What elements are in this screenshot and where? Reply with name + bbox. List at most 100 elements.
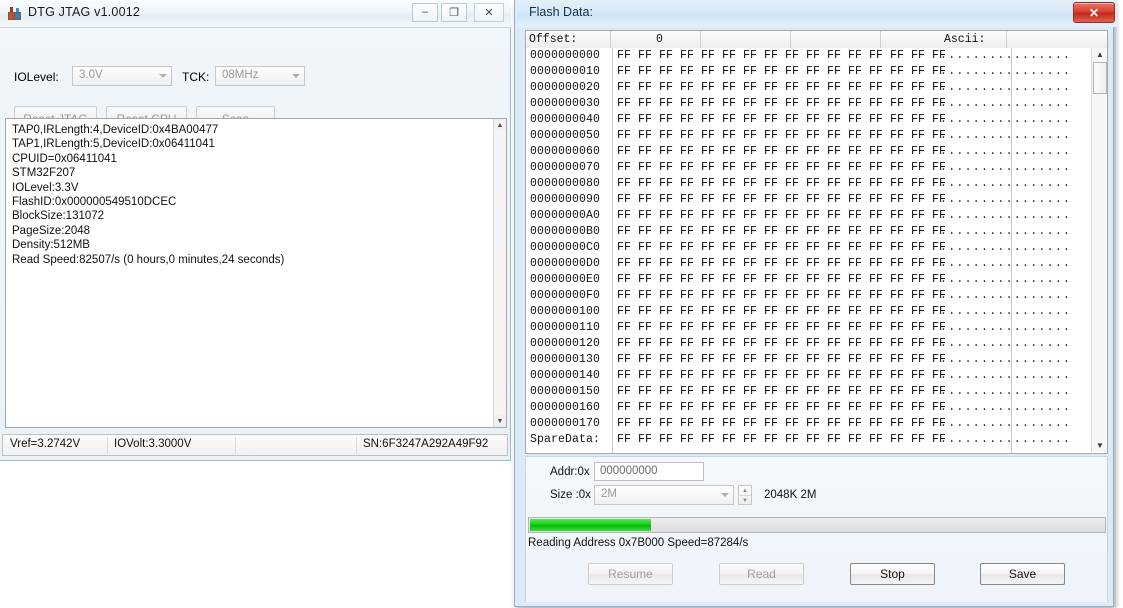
hex-row-offset: 0000000140: [530, 369, 601, 382]
hex-row: 0000000080 FF FF FF FF FF FF FF FF FF FF …: [526, 176, 1090, 192]
save-button[interactable]: Save: [980, 563, 1065, 585]
hex-row-offset: 0000000070: [530, 161, 601, 174]
flash-close-button[interactable]: ✕: [1073, 2, 1115, 23]
hex-row-offset: 0000000050: [530, 129, 601, 142]
hex-row-ascii: ................: [940, 273, 1072, 286]
hex-row: 00000000C0 FF FF FF FF FF FF FF FF FF FF …: [526, 240, 1090, 256]
hex-row-ascii: ................: [940, 337, 1072, 350]
flash-titlebar[interactable]: Flash Data: ✕: [518, 0, 1118, 27]
hex-row: 0000000000 FF FF FF FF FF FF FF FF FF FF …: [526, 48, 1090, 64]
hex-row: 0000000160 FF FF FF FF FF FF FF FF FF FF …: [526, 400, 1090, 416]
stepper-up-icon[interactable]: ▲: [739, 486, 751, 496]
minimize-button[interactable]: –: [412, 3, 438, 22]
iolevel-select[interactable]: 3.0V: [72, 66, 172, 86]
status-bar: Vref=3.2742V IOVolt:3.3000V SN:6F3247A29…: [2, 434, 508, 456]
hex-row: 0000000050 FF FF FF FF FF FF FF FF FF FF …: [526, 128, 1090, 144]
main-titlebar[interactable]: DTG JTAG v1.0012 – ❐ ✕: [0, 0, 511, 28]
hex-row-offset: 0000000060: [530, 145, 601, 158]
read-button[interactable]: Read: [719, 563, 804, 585]
hex-row-bytes: FF FF FF FF FF FF FF FF FF FF FF FF FF F…: [617, 289, 947, 302]
close-button[interactable]: ✕: [474, 3, 504, 22]
hex-row-bytes: FF FF FF FF FF FF FF FF FF FF FF FF FF F…: [617, 209, 947, 222]
stop-button[interactable]: Stop: [850, 563, 935, 585]
hex-row-ascii: ................: [940, 97, 1072, 110]
hex-scrollbar[interactable]: ▲ ▼: [1091, 48, 1107, 452]
hex-row: 0000000070 FF FF FF FF FF FF FF FF FF FF …: [526, 160, 1090, 176]
hex-row-offset: 0000000110: [530, 321, 601, 334]
hex-row-ascii: ................: [940, 177, 1072, 190]
flash-window-title: Flash Data:: [529, 5, 593, 19]
hex-row-ascii: ................: [940, 401, 1072, 414]
scroll-down-icon[interactable]: ▼: [494, 415, 506, 427]
progress-bar-fill: [530, 519, 651, 531]
iolevel-value: 3.0V: [79, 69, 103, 81]
dtg-jtag-window: DTG JTAG v1.0012 – ❐ ✕ IOLevel: 3.0V TCK…: [0, 0, 511, 461]
hex-row-offset: 0000000080: [530, 177, 601, 190]
hex-row: 0000000170 FF FF FF FF FF FF FF FF FF FF …: [526, 416, 1090, 432]
hex-row-offset: 0000000160: [530, 401, 601, 414]
hex-row: 0000000030 FF FF FF FF FF FF FF FF FF FF …: [526, 96, 1090, 112]
resume-button[interactable]: Resume: [588, 563, 673, 585]
maximize-button[interactable]: ❐: [441, 3, 467, 22]
hex-row-offset: 0000000130: [530, 353, 601, 366]
tck-label: TCK:: [182, 70, 210, 84]
tck-select[interactable]: 08MHz: [215, 66, 305, 86]
hex-row: 0000000130 FF FF FF FF FF FF FF FF FF FF …: [526, 352, 1090, 368]
size-select[interactable]: 2M: [594, 485, 734, 505]
log-scrollbar[interactable]: ▲ ▼: [493, 119, 506, 427]
hex-row-ascii: ................: [940, 305, 1072, 318]
hex-row-bytes: FF FF FF FF FF FF FF FF FF FF FF FF FF F…: [617, 49, 947, 62]
hex-row: 0000000010 FF FF FF FF FF FF FF FF FF FF …: [526, 64, 1090, 80]
hex-row-ascii: ................: [940, 289, 1072, 302]
size-label: Size :0x: [550, 489, 591, 501]
hex-row-bytes: FF FF FF FF FF FF FF FF FF FF FF FF FF F…: [617, 81, 947, 94]
hex-row-offset: 0000000030: [530, 97, 601, 110]
chevron-down-icon: [159, 74, 167, 78]
scroll-up-icon[interactable]: ▲: [1093, 48, 1107, 61]
hex-row-ascii: ................: [940, 49, 1072, 62]
size-note: 2048K 2M: [764, 489, 817, 501]
hex-row-bytes: FF FF FF FF FF FF FF FF FF FF FF FF FF F…: [617, 145, 947, 158]
hex-row: 00000000D0 FF FF FF FF FF FF FF FF FF FF …: [526, 256, 1090, 272]
scrollbar-thumb[interactable]: [1093, 62, 1107, 94]
hex-header-row: Offset: 0 Ascii:: [525, 30, 1108, 49]
hex-row-ascii: ................: [940, 145, 1072, 158]
status-divider: [107, 437, 108, 454]
hex-row-ascii: ................: [940, 385, 1072, 398]
scroll-down-icon[interactable]: ▼: [1093, 438, 1107, 452]
hex-row-ascii: ................: [940, 321, 1072, 334]
status-divider: [356, 437, 357, 454]
hex-row: 0000000120 FF FF FF FF FF FF FF FF FF FF …: [526, 336, 1090, 352]
hex-row: 00000000E0 FF FF FF FF FF FF FF FF FF FF …: [526, 272, 1090, 288]
hex-row-bytes: FF FF FF FF FF FF FF FF FF FF FF FF FF F…: [617, 97, 947, 110]
hex-row-bytes: FF FF FF FF FF FF FF FF FF FF FF FF FF F…: [617, 241, 947, 254]
hex-row-ascii: ................: [940, 417, 1072, 430]
hex-row-ascii: ................: [940, 241, 1072, 254]
stepper-down-icon[interactable]: ▼: [739, 496, 751, 505]
hex-row-offset: 00000000A0: [530, 209, 601, 222]
hex-row-bytes: FF FF FF FF FF FF FF FF FF FF FF FF FF F…: [617, 401, 947, 414]
log-output-area[interactable]: TAP0,IRLength:4,DeviceID:0x4BA00477 TAP1…: [5, 118, 507, 428]
scroll-up-icon[interactable]: ▲: [494, 119, 506, 131]
size-value: 2M: [601, 488, 617, 500]
close-icon: ✕: [484, 7, 494, 19]
address-input[interactable]: 000000000: [594, 462, 704, 481]
address-label: Addr:0x: [550, 466, 590, 478]
hex-row: 0000000150 FF FF FF FF FF FF FF FF FF FF …: [526, 384, 1090, 400]
hex-dump-area[interactable]: 0000000000 FF FF FF FF FF FF FF FF FF FF …: [525, 48, 1108, 454]
hex-row: 00000000F0 FF FF FF FF FF FF FF FF FF FF …: [526, 288, 1090, 304]
size-stepper[interactable]: ▲ ▼: [738, 485, 752, 505]
hex-row-bytes: FF FF FF FF FF FF FF FF FF FF FF FF FF F…: [617, 113, 947, 126]
hex-row-bytes: FF FF FF FF FF FF FF FF FF FF FF FF FF F…: [617, 129, 947, 142]
hex-row-ascii: ................: [940, 193, 1072, 206]
chevron-down-icon: [292, 74, 300, 78]
page-title: DTG JTAG v1.0012: [28, 5, 141, 19]
hex-row-bytes: FF FF FF FF FF FF FF FF FF FF FF FF FF F…: [617, 353, 947, 366]
main-toolbar: IOLevel: 3.0V TCK: 08MHz Reset JTAG Rese…: [1, 28, 509, 131]
hex-row-offset: 0000000170: [530, 417, 601, 430]
hex-row-offset: 0000000020: [530, 81, 601, 94]
hex-row: 0000000090 FF FF FF FF FF FF FF FF FF FF …: [526, 192, 1090, 208]
hex-row-bytes: FF FF FF FF FF FF FF FF FF FF FF FF FF F…: [617, 273, 947, 286]
hex-rows-container: 0000000000 FF FF FF FF FF FF FF FF FF FF …: [526, 48, 1090, 448]
hex-row-offset: 00000000C0: [530, 241, 601, 254]
